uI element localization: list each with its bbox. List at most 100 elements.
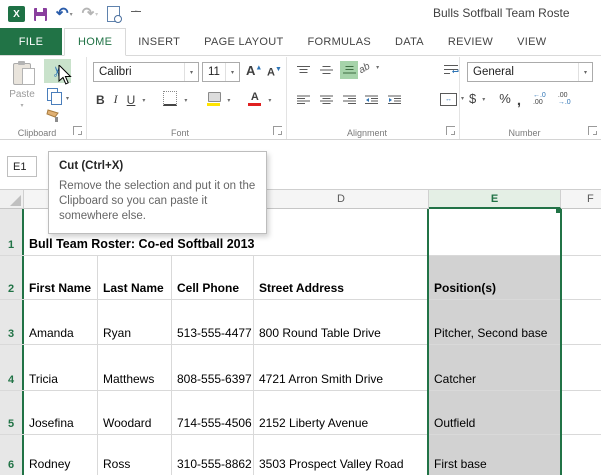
cell-e6[interactable]: First base bbox=[429, 435, 561, 475]
font-dialog-launcher[interactable] bbox=[273, 126, 282, 135]
cell-f5[interactable] bbox=[561, 391, 601, 434]
cell-e2[interactable]: Position(s) bbox=[429, 256, 561, 299]
cell-b5[interactable]: Woodard bbox=[98, 391, 172, 434]
cell-d2[interactable]: Street Address bbox=[254, 256, 429, 299]
undo-button[interactable]: ↶ ▾ bbox=[56, 8, 73, 20]
align-middle-button[interactable] bbox=[317, 61, 335, 79]
print-preview-icon[interactable] bbox=[107, 6, 120, 22]
cell-d3[interactable]: 800 Round Table Drive bbox=[254, 300, 429, 344]
save-icon[interactable] bbox=[34, 8, 47, 21]
cell-f3[interactable] bbox=[561, 300, 601, 344]
align-left-button[interactable] bbox=[294, 91, 312, 109]
cell-a5[interactable]: Josefina bbox=[24, 391, 98, 434]
redo-button[interactable]: ↷ ▾ bbox=[82, 8, 99, 20]
undo-dropdown-icon[interactable]: ▾ bbox=[70, 11, 73, 18]
alignment-dialog-launcher[interactable] bbox=[446, 126, 455, 135]
name-box[interactable]: E1 bbox=[7, 156, 37, 177]
cell-e5[interactable]: Outfield bbox=[429, 391, 561, 434]
orientation-button[interactable]: ab ▾ bbox=[359, 63, 379, 74]
align-bottom-button[interactable] bbox=[340, 61, 358, 79]
row-header-2[interactable]: 2 bbox=[0, 256, 24, 299]
cell-b4[interactable]: Matthews bbox=[98, 345, 172, 390]
cell-c6[interactable]: 310-555-8862 bbox=[172, 435, 254, 475]
font-color-dropdown-icon[interactable]: ▾ bbox=[268, 97, 271, 104]
tab-review[interactable]: REVIEW bbox=[436, 28, 505, 55]
clipboard-dialog-launcher[interactable] bbox=[73, 126, 82, 135]
row-header-1[interactable]: 1 bbox=[0, 209, 24, 255]
cell-c4[interactable]: 808-555-6397 bbox=[172, 345, 254, 390]
cell-b2[interactable]: Last Name bbox=[98, 256, 172, 299]
cell-d4[interactable]: 4721 Arron Smith Drive bbox=[254, 345, 429, 390]
cell-a3[interactable]: Amanda bbox=[24, 300, 98, 344]
tab-home[interactable]: HOME bbox=[64, 28, 126, 56]
excel-logo-icon[interactable]: X bbox=[8, 6, 25, 22]
column-header-f[interactable]: F bbox=[561, 190, 601, 209]
cell-e1-active[interactable] bbox=[429, 209, 561, 255]
font-color-button[interactable]: A bbox=[248, 92, 261, 106]
font-size-dropdown-icon[interactable]: ▾ bbox=[225, 63, 239, 81]
decrease-indent-button[interactable] bbox=[363, 91, 381, 109]
cell-d6[interactable]: 3503 Prospect Valley Road bbox=[254, 435, 429, 475]
customize-qat-icon[interactable]: ˇ bbox=[131, 11, 141, 18]
cell-b6[interactable]: Ross bbox=[98, 435, 172, 475]
bold-button[interactable]: B bbox=[96, 93, 105, 107]
cell-c5[interactable]: 714-555-4506 bbox=[172, 391, 254, 434]
cell-f6[interactable] bbox=[561, 435, 601, 475]
increase-decimal-button[interactable]: ←.0 .00 bbox=[533, 92, 546, 106]
cell-c2[interactable]: Cell Phone bbox=[172, 256, 254, 299]
align-center-button[interactable] bbox=[317, 91, 335, 109]
row-header-6[interactable]: 6 bbox=[0, 435, 24, 475]
align-right-button[interactable] bbox=[340, 91, 358, 109]
row-header-4[interactable]: 4 bbox=[0, 345, 24, 390]
accounting-dropdown-icon[interactable]: ▾ bbox=[482, 96, 485, 103]
copy-dropdown-icon[interactable]: ▾ bbox=[66, 95, 69, 102]
italic-button[interactable]: I bbox=[112, 92, 120, 107]
comma-style-button[interactable]: , bbox=[517, 96, 521, 106]
number-dialog-launcher[interactable] bbox=[588, 126, 597, 135]
align-top-button[interactable] bbox=[294, 61, 312, 79]
column-header-e-selected[interactable]: E bbox=[429, 190, 561, 209]
underline-button[interactable]: U bbox=[127, 93, 136, 107]
paste-button[interactable]: Paste ▾ bbox=[4, 61, 40, 127]
row-header-5[interactable]: 5 bbox=[0, 391, 24, 434]
select-all-corner[interactable] bbox=[0, 190, 24, 209]
cell-f2[interactable] bbox=[561, 256, 601, 299]
tab-view[interactable]: VIEW bbox=[505, 28, 558, 55]
borders-icon[interactable] bbox=[163, 91, 177, 106]
wrap-text-button[interactable] bbox=[442, 61, 460, 79]
tab-file[interactable]: FILE bbox=[0, 28, 62, 55]
fill-color-dropdown-icon[interactable]: ▾ bbox=[227, 97, 230, 104]
cell-a4[interactable]: Tricia bbox=[24, 345, 98, 390]
underline-dropdown-icon[interactable]: ▾ bbox=[142, 97, 145, 104]
font-size-combobox[interactable]: 11 ▾ bbox=[202, 62, 240, 82]
paste-dropdown-icon[interactable]: ▾ bbox=[20, 102, 23, 109]
increase-font-size-button[interactable]: A▲ bbox=[246, 63, 262, 78]
accounting-format-button[interactable]: $ bbox=[469, 91, 476, 106]
tab-data[interactable]: DATA bbox=[383, 28, 436, 55]
cell-a6[interactable]: Rodney bbox=[24, 435, 98, 475]
cell-b3[interactable]: Ryan bbox=[98, 300, 172, 344]
font-name-combobox[interactable]: Calibri ▾ bbox=[93, 62, 199, 82]
borders-dropdown-icon[interactable]: ▾ bbox=[184, 97, 187, 104]
number-format-dropdown-icon[interactable]: ▾ bbox=[578, 63, 592, 81]
tab-formulas[interactable]: FORMULAS bbox=[295, 28, 383, 55]
column-header-d[interactable]: D bbox=[254, 190, 429, 209]
increase-indent-button[interactable] bbox=[386, 91, 404, 109]
font-name-dropdown-icon[interactable]: ▾ bbox=[184, 63, 198, 81]
cell-f4[interactable] bbox=[561, 345, 601, 390]
decrease-font-size-button[interactable]: A▼ bbox=[267, 66, 282, 79]
cell-e4[interactable]: Catcher bbox=[429, 345, 561, 390]
cell-d5[interactable]: 2152 Liberty Avenue bbox=[254, 391, 429, 434]
tab-page-layout[interactable]: PAGE LAYOUT bbox=[192, 28, 295, 55]
format-painter-button[interactable] bbox=[46, 108, 61, 122]
orientation-dropdown-icon[interactable]: ▾ bbox=[376, 64, 379, 71]
cell-f1[interactable] bbox=[561, 209, 601, 255]
fill-color-button[interactable] bbox=[207, 92, 220, 106]
number-format-combobox[interactable]: General ▾ bbox=[467, 62, 593, 82]
cell-e3[interactable]: Pitcher, Second base bbox=[429, 300, 561, 344]
tab-insert[interactable]: INSERT bbox=[126, 28, 192, 55]
cell-a2[interactable]: First Name bbox=[24, 256, 98, 299]
decrease-decimal-button[interactable]: .00 →.0 bbox=[558, 92, 571, 106]
row-header-3[interactable]: 3 bbox=[0, 300, 24, 344]
cell-c3[interactable]: 513-555-4477 bbox=[172, 300, 254, 344]
